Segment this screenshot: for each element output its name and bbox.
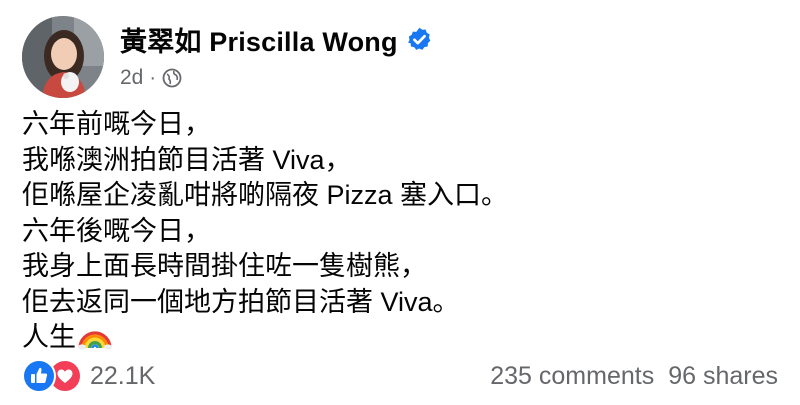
facebook-post: 黃翠如 Priscilla Wong 2d · 六年前嘅今日， 我喺澳洲拍節目活… xyxy=(0,0,800,405)
post-line-last: 人生 xyxy=(22,320,508,356)
post-line: 佢去返同一個地方拍節目活著 Viva。 xyxy=(22,286,460,317)
author-row: 黃翠如 Priscilla Wong xyxy=(120,20,433,59)
separator-dot: · xyxy=(149,66,157,89)
post-meta: 黃翠如 Priscilla Wong 2d · xyxy=(120,22,433,90)
like-icon xyxy=(22,359,56,393)
engagement-stats: 235 comments 96 shares xyxy=(490,362,778,391)
verified-badge-icon xyxy=(406,26,433,53)
comments-link[interactable]: 235 comments xyxy=(490,362,654,391)
post-line: 六年後嘅今日， xyxy=(22,215,211,246)
author-name[interactable]: 黃翠如 Priscilla Wong xyxy=(120,20,398,59)
post-line: 我喺澳洲拍節目活著 Viva， xyxy=(22,144,352,175)
post-line: 六年前嘅今日， xyxy=(22,109,211,139)
author-avatar[interactable] xyxy=(22,16,104,98)
shares-link[interactable]: 96 shares xyxy=(668,362,778,391)
post-line: 我身上面長時間掛住咗一隻樹熊， xyxy=(22,251,427,281)
rainbow-emoji-icon xyxy=(78,322,112,350)
post-text: 六年前嘅今日， 我喺澳洲拍節目活著 Viva， 佢喺屋企凌亂咁將啲隔夜 Pizz… xyxy=(22,107,508,356)
reaction-count: 22.1K xyxy=(90,361,156,390)
post-subtitle: 2d · xyxy=(120,66,433,90)
post-line: 人生 xyxy=(22,322,76,352)
post-footer: 22.1K 235 comments 96 shares xyxy=(22,359,778,393)
post-timestamp[interactable]: 2d xyxy=(120,66,143,90)
post-line: 佢喺屋企凌亂咁將啲隔夜 Pizza 塞入口。 xyxy=(22,180,509,210)
globe-icon[interactable] xyxy=(162,68,182,88)
reactions-summary[interactable]: 22.1K xyxy=(22,359,155,393)
post-header: 黃翠如 Priscilla Wong 2d · xyxy=(22,16,433,98)
